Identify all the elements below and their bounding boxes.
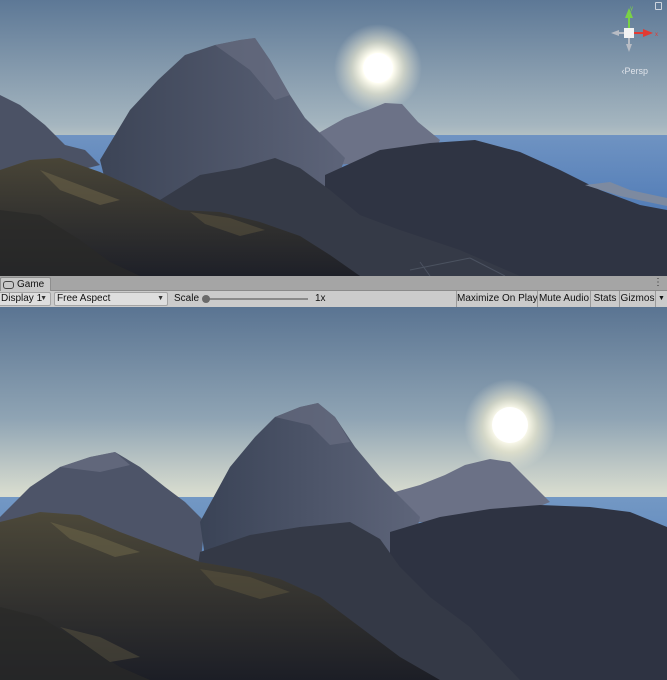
display-value: Display 1 [1, 293, 43, 304]
scene-landscape [0, 0, 667, 276]
scene-view[interactable]: y x ‹Persp [0, 0, 667, 276]
game-view[interactable] [0, 307, 667, 680]
mute-audio-button[interactable]: Mute Audio [537, 291, 590, 307]
projection-toggle[interactable]: ‹Persp [621, 66, 648, 76]
gizmos-chevron-down-icon[interactable]: ▼ [655, 291, 667, 307]
chevron-down-icon: ▼ [40, 295, 47, 302]
scale-value: 1x [315, 293, 326, 304]
lock-icon[interactable] [655, 2, 662, 10]
scale-slider-thumb[interactable] [202, 295, 210, 303]
scale-slider-track[interactable] [206, 298, 308, 300]
stats-button[interactable]: Stats [590, 291, 619, 307]
chevron-down-icon: ▼ [157, 295, 164, 302]
gamepad-icon [3, 280, 14, 289]
gizmos-button[interactable]: Gizmos [619, 291, 655, 307]
gizmo-x-label: x [655, 32, 658, 38]
scale-label: Scale [174, 293, 200, 304]
tab-menu-icon[interactable]: ⋮ [653, 277, 663, 289]
tab-bar: Game ⋮ [0, 276, 667, 291]
tab-game-label: Game [17, 279, 45, 290]
maximize-on-play-button[interactable]: Maximize On Play [456, 291, 538, 307]
game-landscape [0, 307, 667, 680]
aspect-value: Free Aspect [57, 293, 111, 304]
aspect-dropdown[interactable]: Free Aspect ▼ [54, 292, 168, 306]
gizmo-y-label: y [630, 6, 633, 12]
display-dropdown[interactable]: Display 1 ▼ [0, 292, 51, 306]
game-toolbar: Display 1 ▼ Free Aspect ▼ Scale 1x Maxim… [0, 291, 667, 308]
tab-game[interactable]: Game [0, 277, 52, 291]
